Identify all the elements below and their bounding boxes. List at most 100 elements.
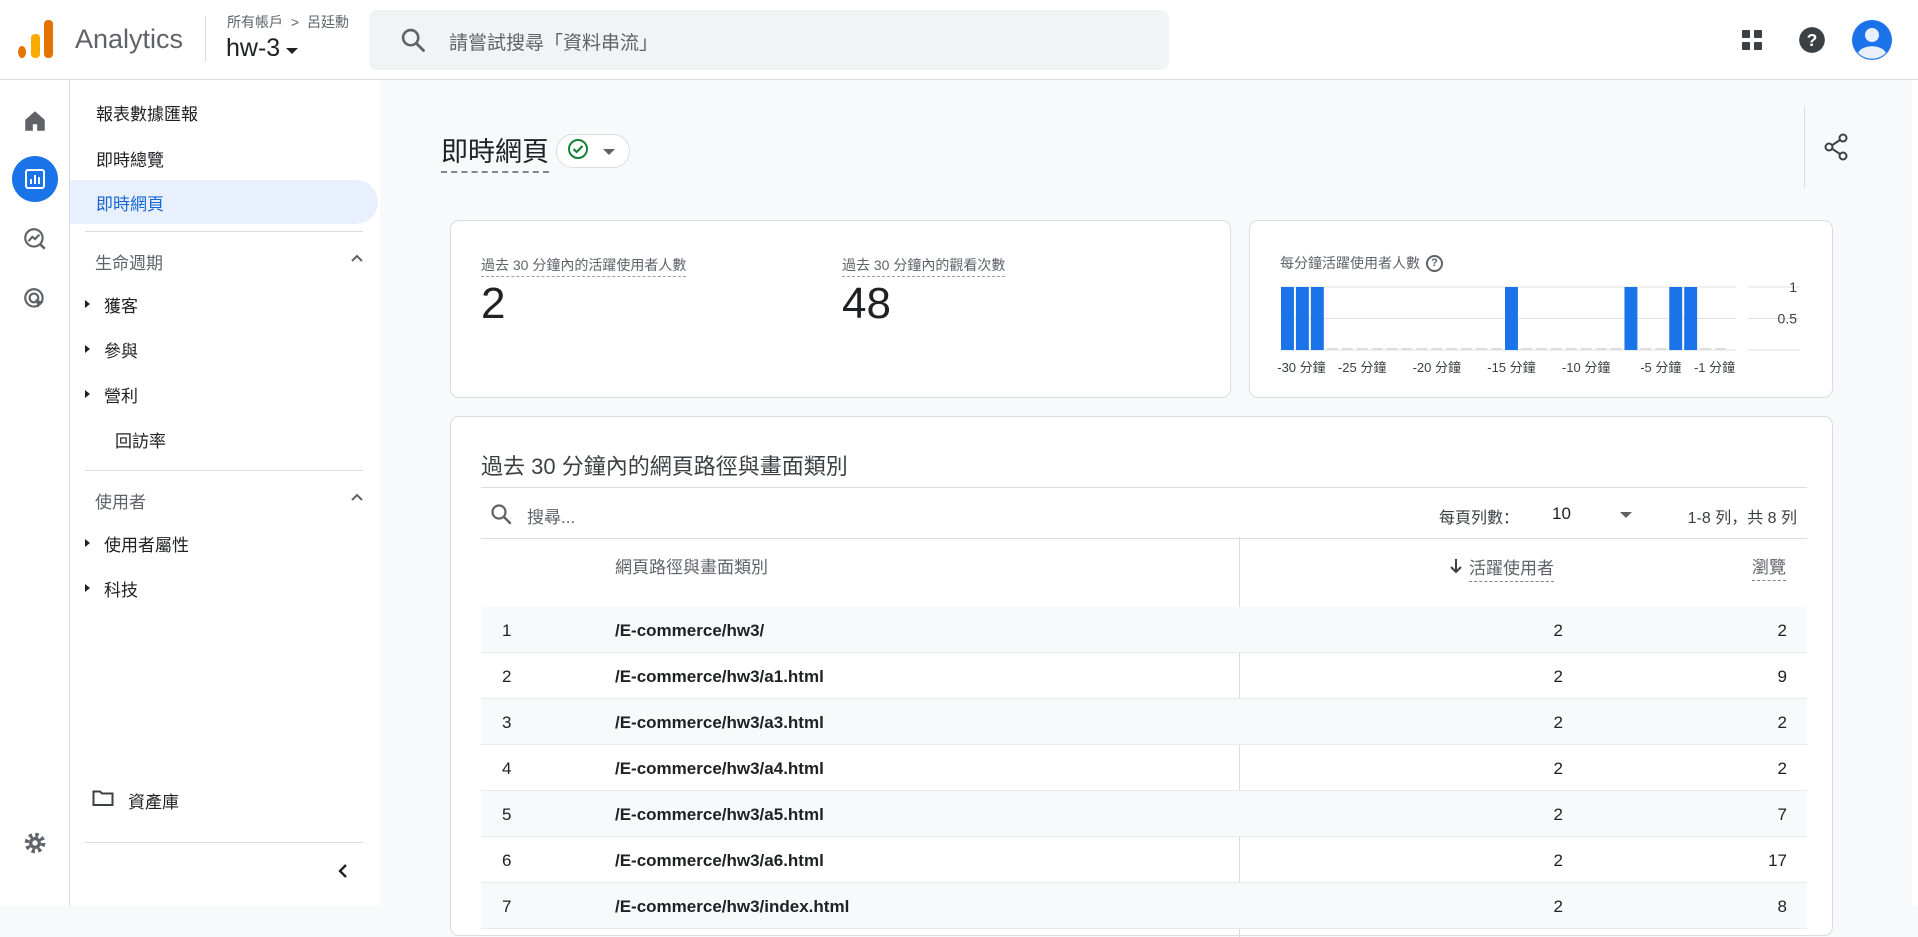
pages-table-card: 過去 30 分鐘內的網頁路徑與畫面類別 搜尋... 每頁列數： 10 1-8 列… [450, 416, 1833, 937]
chevron-up-icon [349, 251, 365, 272]
chart-bar-empty [1416, 348, 1428, 350]
home-icon[interactable] [12, 98, 58, 144]
sidebar-section-lifecycle[interactable]: 生命週期 [95, 249, 365, 274]
reports-icon[interactable] [12, 156, 58, 202]
sidebar-item-acquisition[interactable]: 獲客 [85, 282, 138, 326]
row-index: 1 [502, 621, 512, 640]
column-header-views[interactable]: 瀏覽 [1752, 553, 1786, 581]
avatar[interactable] [1850, 18, 1894, 62]
x-tick-label: -5 分鐘 [1640, 360, 1681, 375]
collapse-sidebar-icon[interactable] [334, 862, 352, 885]
row-index: 3 [502, 713, 512, 732]
sidebar-item-label: 科技 [104, 580, 138, 600]
row-index: 7 [502, 897, 512, 916]
chart-bar-empty [1520, 348, 1532, 350]
row-path: /E-commerce/hw3/a3.html [615, 713, 824, 732]
table-row[interactable]: 6 /E-commerce/hw3/a6.html 2 17 [481, 837, 1807, 883]
help-icon[interactable]: ? [1792, 20, 1832, 60]
chart-bar-empty [1386, 348, 1398, 350]
sidebar-section-user[interactable]: 使用者 [95, 488, 365, 513]
sidebar-item-label: 獲客 [104, 296, 138, 316]
table-toolbar: 搜尋... 每頁列數： 10 1-8 列，共 8 列 [481, 487, 1807, 539]
kpi-views-label[interactable]: 過去 30 分鐘內的觀看次數 [842, 255, 1006, 277]
row-views: 8 [1777, 897, 1787, 916]
property-name: hw-3 [226, 34, 281, 62]
explore-icon[interactable] [12, 216, 58, 262]
chart-bar-empty [1326, 348, 1338, 350]
users-per-minute-card: 每分鐘活躍使用者人數 ? 1 0.5 -30 分鐘 -25 分鐘 -20 分鐘 -15 分… [1249, 220, 1833, 398]
x-tick-label: -15 分鐘 [1487, 360, 1535, 375]
y-tick-label: 1 [1789, 279, 1797, 295]
table-row[interactable]: 2 /E-commerce/hw3/a1.html 2 9 [481, 653, 1807, 699]
sidebar-item-label: 使用者屬性 [104, 535, 189, 555]
row-index: 6 [502, 851, 512, 870]
settings-gear-icon[interactable] [12, 820, 58, 866]
sidebar-item-monetization[interactable]: 營利 [85, 372, 138, 416]
kpi-active-users-label[interactable]: 過去 30 分鐘內的活躍使用者人數 [481, 255, 687, 277]
y-tick-label: 0.5 [1778, 311, 1798, 327]
search-bar[interactable]: 請嘗試搜尋「資料串流」 [369, 10, 1169, 70]
expand-arrow-icon [85, 539, 90, 547]
rows-per-page-label: 每頁列數： [1439, 510, 1520, 527]
share-icon[interactable] [1823, 133, 1849, 166]
table-row[interactable]: 4 /E-commerce/hw3/a4.html 2 2 [481, 745, 1807, 791]
sidebar-item-tech[interactable]: 科技 [85, 566, 138, 610]
breadcrumb-user[interactable]: 呂廷勳 [307, 14, 349, 30]
row-views: 2 [1777, 621, 1787, 640]
row-index: 4 [502, 759, 512, 778]
divider [85, 842, 363, 843]
row-users: 2 [1553, 713, 1563, 732]
status-dropdown[interactable] [556, 134, 630, 168]
apps-grid-icon[interactable] [1732, 20, 1772, 60]
sidebar-item-retention[interactable]: 回訪率 [115, 417, 166, 461]
table-row[interactable]: 7 /E-commerce/hw3/index.html 2 8 [481, 883, 1807, 929]
chart-bar-empty [1610, 348, 1622, 350]
chart-bar-empty [1356, 348, 1368, 350]
row-views: 9 [1777, 667, 1787, 686]
sidebar-item-user-attributes[interactable]: 使用者屬性 [85, 521, 189, 565]
chart-bar-empty [1371, 348, 1383, 350]
sidebar: 報表數據匯報 即時總覽 即時網頁 生命週期 獲客 參與 營利 回訪率 使用者 使… [70, 80, 380, 906]
expand-arrow-icon [85, 390, 90, 398]
sidebar-item-realtime-pages[interactable]: 即時網頁 [70, 180, 378, 224]
column-header-users[interactable]: 活躍使用者 [1449, 554, 1554, 582]
rows-per-page-value: 10 [1552, 504, 1571, 523]
sidebar-item-realtime-overview[interactable]: 即時總覽 [96, 136, 164, 180]
sidebar-reports-header[interactable]: 報表數據匯報 [96, 90, 198, 134]
row-views: 7 [1777, 805, 1787, 824]
top-bar: Analytics 所有帳戶 > 呂廷勳 hw-3 請嘗試搜尋「資料串流」 ? [0, 0, 1918, 80]
chevron-down-icon [603, 149, 615, 155]
chart-bar-empty [1700, 348, 1712, 350]
sidebar-item-library[interactable]: 資產庫 [92, 778, 179, 822]
table-row[interactable]: 1 /E-commerce/hw3/ 2 2 [481, 607, 1807, 653]
table-title: 過去 30 分鐘內的網頁路徑與畫面類別 [481, 454, 848, 479]
row-users: 2 [1553, 897, 1563, 916]
sidebar-item-engagement[interactable]: 參與 [85, 327, 138, 371]
arrow-down-icon [1449, 557, 1463, 580]
property-selector[interactable]: hw-3 [226, 34, 299, 63]
chart-bar-empty [1401, 348, 1413, 350]
table-row[interactable]: 3 /E-commerce/hw3/a3.html 2 2 [481, 699, 1807, 745]
analytics-logo[interactable] [18, 20, 54, 58]
section-title: 使用者 [95, 493, 146, 512]
breadcrumb[interactable]: 所有帳戶 > 呂廷勳 [227, 12, 349, 32]
scrollbar[interactable] [1912, 80, 1918, 906]
kpi-card: 過去 30 分鐘內的活躍使用者人數 2 過去 30 分鐘內的觀看次數 48 [450, 220, 1231, 398]
table-row[interactable]: 5 /E-commerce/hw3/a5.html 2 7 [481, 791, 1807, 837]
rows-per-page-select[interactable]: 10 [1552, 498, 1632, 530]
divider [85, 470, 363, 471]
chart-bar-empty [1715, 348, 1726, 350]
chart-bar-empty [1550, 348, 1562, 350]
page-title[interactable]: 即時網頁 [441, 130, 549, 173]
chart-bar-empty [1640, 348, 1652, 350]
column-header-path[interactable]: 網頁路徑與畫面類別 [615, 553, 768, 578]
advertising-icon[interactable] [12, 276, 58, 322]
chart-bar-empty [1655, 348, 1667, 350]
expand-arrow-icon [85, 345, 90, 353]
check-circle-icon [567, 138, 589, 165]
table-search-input[interactable]: 搜尋... [527, 503, 575, 528]
chart-bar-empty [1491, 348, 1502, 350]
divider [1804, 106, 1805, 188]
breadcrumb-account[interactable]: 所有帳戶 [227, 14, 283, 30]
chart-bar-empty [1431, 348, 1443, 350]
